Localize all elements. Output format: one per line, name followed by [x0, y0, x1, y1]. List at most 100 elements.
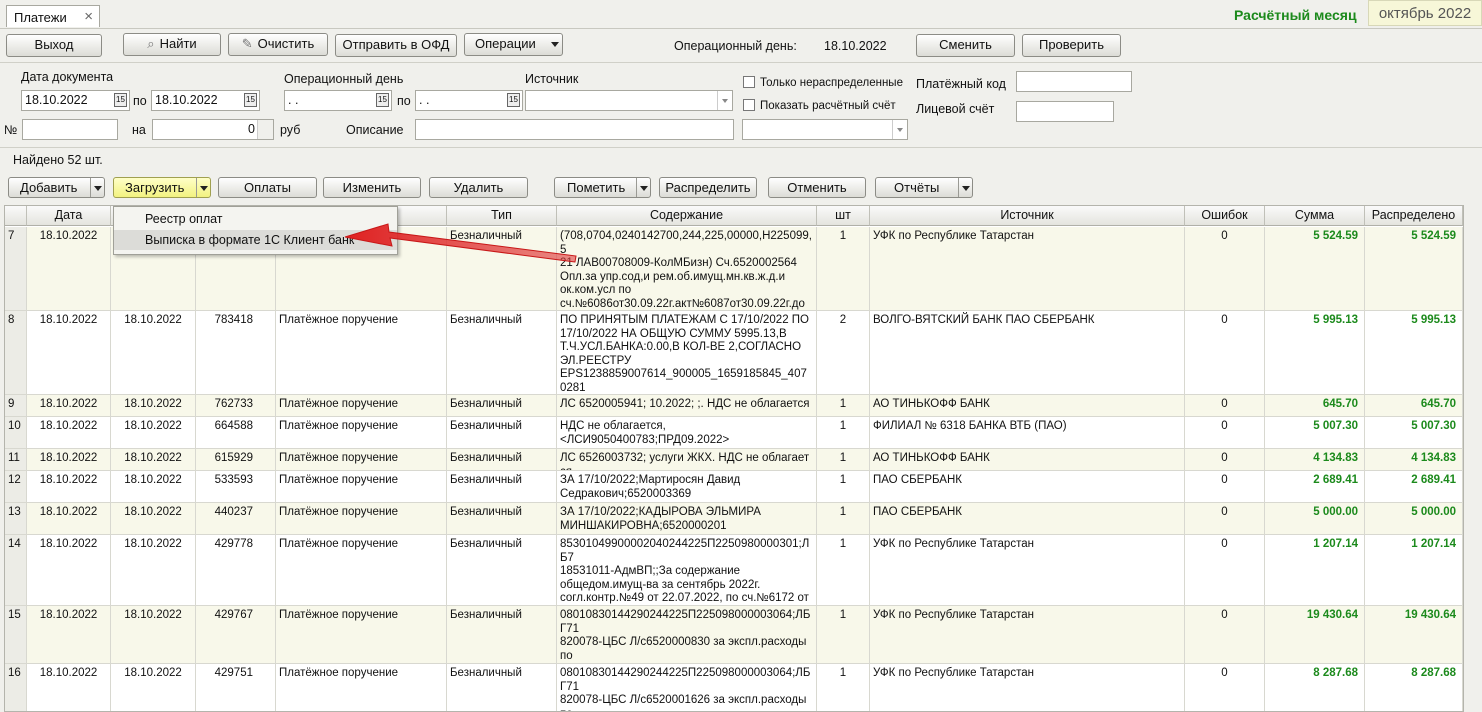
amount-label: на	[132, 123, 146, 137]
send-ofd-button[interactable]: Отправить в ОФД	[335, 34, 457, 57]
operations-button[interactable]: Операции	[464, 33, 563, 56]
calendar-icon[interactable]: 15	[376, 93, 389, 107]
cell-distributed: 5 000.00	[1365, 503, 1463, 534]
op-day-filter-label: Операционный день	[284, 72, 404, 86]
cell-source: УФК по Республике Татарстан	[870, 606, 1185, 663]
cancel-label: Отменить	[787, 180, 847, 195]
load-button[interactable]: Загрузить	[113, 177, 211, 198]
chevron-down-icon[interactable]	[717, 91, 732, 110]
hdr-source[interactable]: Источник	[870, 206, 1185, 226]
payment-code-label: Платёжный код	[916, 77, 1006, 91]
cell-date: 18.10.2022	[27, 606, 111, 663]
cell-content: НДС не облагается, <ЛСИ9050400783;ПРД09.…	[557, 417, 817, 448]
source-select[interactable]	[525, 90, 733, 111]
cell-source: ВОЛГО-ВЯТСКИЙ БАНК ПАО СБЕРБАНК	[870, 311, 1185, 394]
cell-sum: 5 000.00	[1265, 503, 1365, 534]
cell-doc-no: 664588	[196, 417, 276, 448]
table-row[interactable]: 8 18.10.2022 18.10.2022 783418 Платёжное пор…	[5, 311, 1463, 395]
check-button[interactable]: Проверить	[1022, 34, 1121, 57]
payments-label: Оплаты	[244, 180, 291, 195]
table-row[interactable]: 12 18.10.2022 18.10.2022 533593 Платёжное по…	[5, 471, 1463, 503]
row-number: 15	[5, 606, 27, 663]
add-label: Добавить	[20, 180, 78, 195]
chevron-down-icon[interactable]	[958, 178, 972, 197]
cell-content: ЗА 17/10/2022;КАДЫРОВА ЭЛЬМИРА МИНШАКИРО…	[557, 503, 817, 534]
payments-button[interactable]: Оплаты	[218, 177, 317, 198]
billing-month-value[interactable]: октябрь 2022	[1368, 0, 1482, 26]
hdr-content[interactable]: Содержание	[557, 206, 817, 226]
stepper-icon[interactable]	[257, 120, 273, 139]
edit-button[interactable]: Изменить	[323, 177, 421, 198]
cell-distributed: 19 430.64	[1365, 606, 1463, 663]
cell-qty: 2	[817, 311, 870, 394]
hdr-num[interactable]	[5, 206, 27, 226]
cell-distributed: 5 995.13	[1365, 311, 1463, 394]
delete-button[interactable]: Удалить	[429, 177, 528, 198]
close-icon[interactable]: ×	[84, 8, 93, 25]
cell-errors: 0	[1185, 311, 1265, 394]
hdr-sum[interactable]: Сумма	[1265, 206, 1365, 226]
cell-sum: 8 287.68	[1265, 664, 1365, 711]
doc-date-to-field[interactable]: 18.10.2022 15	[151, 90, 260, 111]
cell-doc-no: 615929	[196, 449, 276, 470]
reports-button[interactable]: Отчёты	[875, 177, 973, 198]
show-account-checkbox[interactable]	[743, 99, 755, 111]
hdr-errors[interactable]: Ошибок	[1185, 206, 1265, 226]
tab-payments[interactable]: Платежи ×	[6, 5, 100, 27]
chevron-down-icon[interactable]	[892, 120, 907, 139]
cell-content: 08010830144290244225П225098000003064;ЛБГ…	[557, 606, 817, 663]
search-icon: ⌕	[147, 36, 155, 51]
personal-account-input[interactable]	[1016, 101, 1114, 122]
calendar-icon[interactable]: 15	[244, 93, 257, 107]
hdr-date[interactable]: Дата	[27, 206, 111, 226]
cancel-button[interactable]: Отменить	[768, 177, 866, 198]
table-row[interactable]: 9 18.10.2022 18.10.2022 762733 Платёжное пор…	[5, 395, 1463, 417]
clear-button[interactable]: ✎ Очистить	[228, 33, 328, 56]
only-unallocated-checkbox[interactable]	[743, 76, 755, 88]
exit-button[interactable]: Выход	[6, 34, 102, 57]
cell-distributed: 5 007.30	[1365, 417, 1463, 448]
cell-date: 18.10.2022	[27, 535, 111, 605]
op-day-to-field[interactable]: . . 15	[415, 90, 523, 111]
mark-button[interactable]: Пометить	[554, 177, 651, 198]
cell-sum: 5 995.13	[1265, 311, 1365, 394]
find-button[interactable]: ⌕ Найти	[123, 33, 221, 56]
cell-op-date: 18.10.2022	[111, 471, 196, 502]
cell-op-date: 18.10.2022	[111, 449, 196, 470]
chevron-down-icon[interactable]	[636, 178, 650, 197]
amount-input[interactable]: 0	[152, 119, 274, 140]
description-input[interactable]	[415, 119, 734, 140]
chevron-down-icon[interactable]	[90, 178, 104, 197]
add-button[interactable]: Добавить	[8, 177, 105, 198]
description-label: Описание	[346, 123, 404, 137]
table-row[interactable]: 16 18.10.2022 18.10.2022 429751 Платёжное по…	[5, 664, 1463, 711]
op-day-from-field[interactable]: . . 15	[284, 90, 392, 111]
cell-kind: Безналичный	[447, 395, 557, 416]
hdr-distributed[interactable]: Распределено	[1365, 206, 1463, 226]
number-input[interactable]	[22, 119, 118, 140]
cell-source: ФИЛИАЛ № 6318 БАНКА ВТБ (ПАО)	[870, 417, 1185, 448]
cell-doc-type: Платёжное поручение	[276, 395, 447, 416]
table-row[interactable]: 13 18.10.2022 18.10.2022 440237 Платёжное по…	[5, 503, 1463, 535]
extra-select[interactable]	[742, 119, 908, 140]
calendar-icon[interactable]: 15	[114, 93, 127, 107]
table-row[interactable]: 10 18.10.2022 18.10.2022 664588 Платёжное по…	[5, 417, 1463, 449]
table-row[interactable]: 15 18.10.2022 18.10.2022 429767 Платёжное по…	[5, 606, 1463, 664]
cell-source: ПАО СБЕРБАНК	[870, 503, 1185, 534]
cell-source: УФК по Республике Татарстан	[870, 535, 1185, 605]
table-row[interactable]: 11 18.10.2022 18.10.2022 615929 Платёжное по…	[5, 449, 1463, 471]
table-row[interactable]: 14 18.10.2022 18.10.2022 429778 Платёжное по…	[5, 535, 1463, 606]
cell-content: (708,0704,0240142700,244,225,00000,Н2250…	[557, 227, 817, 310]
cell-date: 18.10.2022	[27, 503, 111, 534]
distribute-label: Распределить	[665, 180, 751, 195]
distribute-button[interactable]: Распределить	[659, 177, 757, 198]
change-button[interactable]: Сменить	[916, 34, 1015, 57]
chevron-down-icon[interactable]	[196, 178, 210, 197]
hdr-qty[interactable]: шт	[817, 206, 870, 226]
payment-code-input[interactable]	[1016, 71, 1132, 92]
cell-op-date: 18.10.2022	[111, 535, 196, 605]
calendar-icon[interactable]: 15	[507, 93, 520, 107]
cell-distributed: 645.70	[1365, 395, 1463, 416]
cell-doc-no: 429778	[196, 535, 276, 605]
doc-date-from-field[interactable]: 18.10.2022 15	[21, 90, 130, 111]
